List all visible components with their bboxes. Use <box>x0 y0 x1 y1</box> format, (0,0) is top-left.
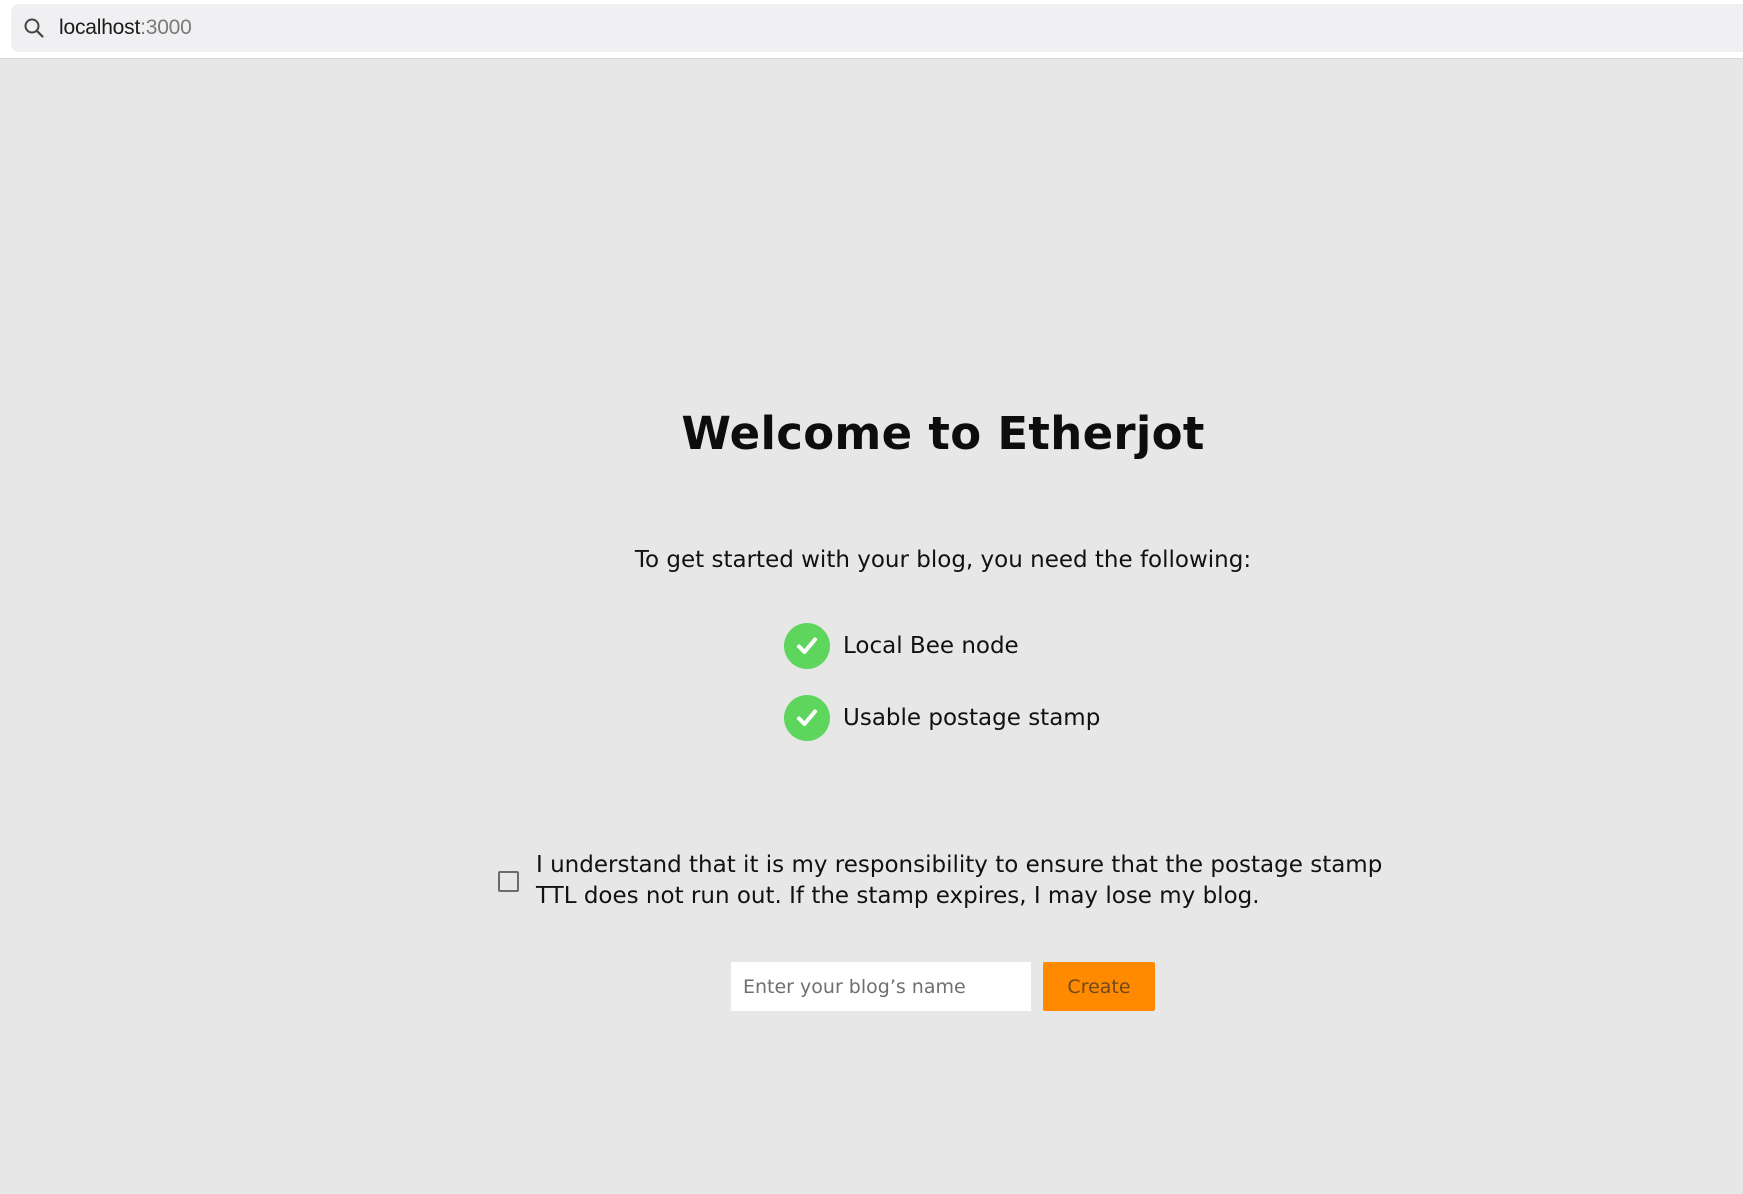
consent-checkbox[interactable] <box>498 870 519 892</box>
check-circle-icon <box>784 695 830 741</box>
consent-row[interactable]: I understand that it is my responsibilit… <box>498 850 1386 912</box>
requirement-bee-node: Local Bee node <box>784 623 1100 669</box>
url-field[interactable]: localhost:3000 <box>11 4 1743 52</box>
search-icon <box>22 16 46 40</box>
blog-name-input[interactable] <box>731 962 1031 1011</box>
url-text: localhost:3000 <box>59 16 192 40</box>
requirement-label: Usable postage stamp <box>843 705 1101 731</box>
requirements-intro: To get started with your blog, you need … <box>634 547 1252 573</box>
browser-address-bar: localhost:3000 <box>0 0 1743 59</box>
consent-text: I understand that it is my responsibilit… <box>536 852 1383 909</box>
requirement-label: Local Bee node <box>843 633 1019 659</box>
url-host: localhost <box>59 16 141 39</box>
create-button[interactable]: Create <box>1043 962 1155 1011</box>
url-port: :3000 <box>140 16 192 39</box>
welcome-page: Welcome to Etherjot To get started with … <box>0 58 1743 1194</box>
check-circle-icon <box>784 623 830 669</box>
page-title: Welcome to Etherjot <box>681 407 1205 460</box>
requirement-postage-stamp: Usable postage stamp <box>784 695 1100 741</box>
requirements-list: Local Bee node Usable postage stamp <box>784 623 1100 767</box>
create-blog-form: Create <box>731 962 1155 1011</box>
